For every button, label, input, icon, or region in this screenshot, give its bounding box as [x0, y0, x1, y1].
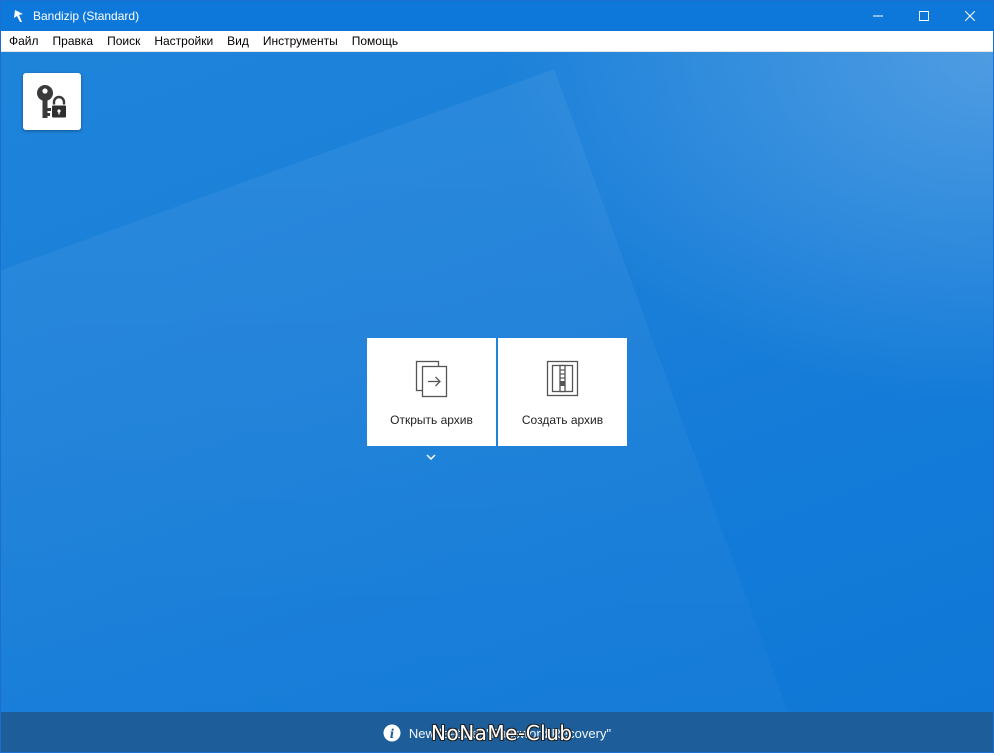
chevron-down-icon[interactable]	[424, 451, 438, 461]
app-window: Bandizip (Standard) Файл Правка Поиск На…	[0, 0, 994, 753]
bandizip-logo-icon	[11, 8, 27, 24]
menu-search[interactable]: Поиск	[100, 31, 147, 52]
main-area: Открыть архив Создать архив	[1, 52, 993, 712]
open-archive-button[interactable]: Открыть архив	[367, 338, 496, 446]
menu-settings[interactable]: Настройки	[147, 31, 220, 52]
status-message[interactable]: i New feature: "Password Recovery"	[383, 724, 611, 742]
window-controls	[855, 1, 993, 31]
status-text: New feature: "Password Recovery"	[408, 725, 612, 741]
close-icon	[965, 11, 975, 21]
minimize-icon	[873, 15, 883, 17]
maximize-icon	[919, 11, 929, 21]
menu-help[interactable]: Помощь	[345, 31, 405, 52]
key-lock-icon	[37, 84, 67, 118]
create-archive-button[interactable]: Создать архив	[498, 338, 627, 446]
create-archive-icon	[546, 360, 580, 398]
svg-text:i: i	[390, 727, 395, 741]
title-bar[interactable]: Bandizip (Standard)	[1, 1, 993, 31]
status-bar: i New feature: "Password Recovery"	[1, 712, 993, 752]
open-archive-label: Открыть архив	[390, 413, 473, 427]
maximize-button[interactable]	[901, 1, 947, 31]
password-manager-button[interactable]	[23, 73, 81, 130]
create-archive-label: Создать архив	[521, 413, 604, 427]
info-icon: i	[383, 724, 401, 742]
menu-file[interactable]: Файл	[1, 31, 46, 52]
menu-tools[interactable]: Инструменты	[256, 31, 345, 52]
close-button[interactable]	[947, 1, 993, 31]
minimize-button[interactable]	[855, 1, 901, 31]
menu-edit[interactable]: Правка	[46, 31, 101, 52]
menu-view[interactable]: Вид	[220, 31, 256, 52]
open-archive-icon	[415, 360, 449, 398]
window-title: Bandizip (Standard)	[33, 9, 140, 23]
menu-bar: Файл Правка Поиск Настройки Вид Инструме…	[1, 31, 993, 52]
